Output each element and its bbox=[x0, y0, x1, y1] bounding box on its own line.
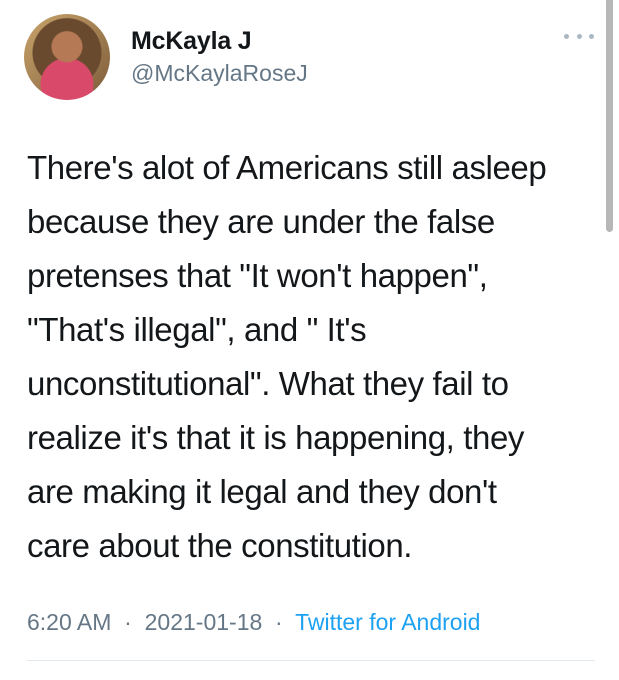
divider bbox=[27, 660, 595, 661]
more-dot bbox=[564, 33, 569, 39]
tweet-text-line: realize it's that it is happening, they bbox=[27, 419, 524, 456]
tweet-text-line: There's alot of Americans still asleep bbox=[27, 149, 547, 186]
tweet-text-line: unconstitutional". What they fail to bbox=[27, 365, 509, 402]
display-name[interactable]: McKayla J bbox=[131, 26, 308, 56]
meta-separator: · bbox=[117, 609, 139, 635]
tweet-card: McKayla J @McKaylaRoseJ There's alot of … bbox=[0, 0, 619, 680]
tweet-text-line: pretenses that "It won't happen", bbox=[27, 257, 488, 294]
tweet-text-line: "That's illegal", and " It's bbox=[27, 311, 367, 348]
tweet-text-line: are making it legal and they don't bbox=[27, 473, 497, 510]
meta-separator: · bbox=[268, 609, 290, 635]
tweet-date[interactable]: 2021-01-18 bbox=[145, 609, 263, 635]
more-options-icon[interactable] bbox=[564, 26, 594, 46]
avatar[interactable] bbox=[24, 14, 110, 100]
tweet-metadata: 6:20 AM · 2021-01-18 · Twitter for Andro… bbox=[27, 606, 480, 638]
tweet-text: There's alot of Americans still asleep b… bbox=[27, 141, 597, 573]
more-dot bbox=[576, 33, 582, 39]
tweet-text-line: because they are under the false bbox=[27, 203, 495, 240]
scrollbar[interactable] bbox=[606, 0, 613, 232]
user-handle[interactable]: @McKaylaRoseJ bbox=[131, 58, 308, 88]
tweet-time[interactable]: 6:20 AM bbox=[27, 609, 111, 635]
more-dot bbox=[589, 33, 594, 39]
tweet-source-link[interactable]: Twitter for Android bbox=[295, 609, 480, 635]
author-block[interactable]: McKayla J @McKaylaRoseJ bbox=[131, 26, 308, 88]
tweet-text-line: care about the constitution. bbox=[27, 527, 413, 564]
